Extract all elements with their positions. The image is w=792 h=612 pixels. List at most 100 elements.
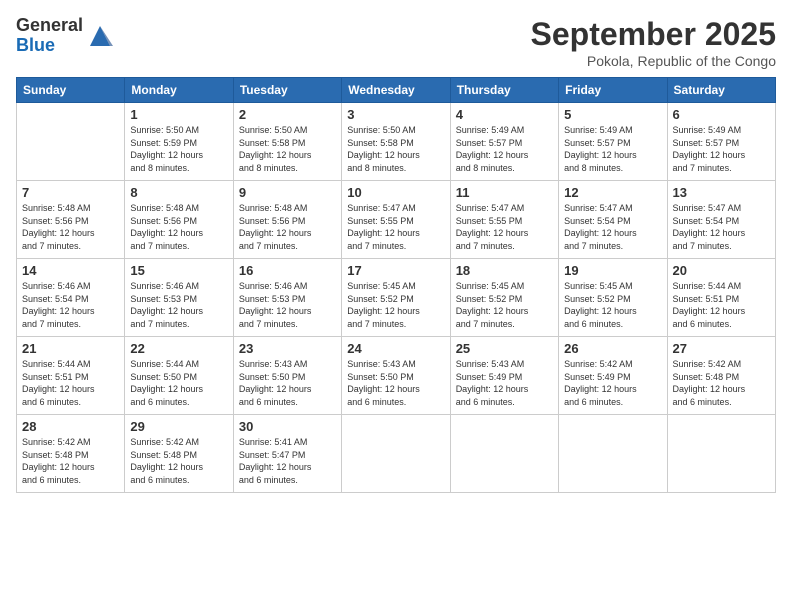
day-number: 1 <box>130 107 227 122</box>
calendar-cell: 13 Sunrise: 5:47 AM Sunset: 5:54 PM Dayli… <box>667 181 775 259</box>
day-number: 22 <box>130 341 227 356</box>
day-number: 17 <box>347 263 444 278</box>
calendar-cell: 21Sunrise: 5:44 AM Sunset: 5:51 PM Dayli… <box>17 337 125 415</box>
col-monday: Monday <box>125 78 233 103</box>
day-info: Sunrise: 5:49 AM Sunset: 5:57 PM Dayligh… <box>564 124 661 174</box>
day-number: 7 <box>22 185 119 200</box>
day-number: 26 <box>564 341 661 356</box>
day-number: 21 <box>22 341 119 356</box>
day-info: Sunrise: 5:42 AM Sunset: 5:48 PM Dayligh… <box>22 436 119 486</box>
calendar-cell: 3Sunrise: 5:50 AM Sunset: 5:58 PM Daylig… <box>342 103 450 181</box>
logo-general-text: General <box>16 16 83 36</box>
day-number: 9 <box>239 185 336 200</box>
calendar-table: Sunday Monday Tuesday Wednesday Thursday… <box>16 77 776 493</box>
day-info: Sunrise: 5:44 AM Sunset: 5:51 PM Dayligh… <box>673 280 770 330</box>
day-info: Sunrise: 5:50 AM Sunset: 5:59 PM Dayligh… <box>130 124 227 174</box>
calendar-cell: 20 Sunrise: 5:44 AM Sunset: 5:51 PM Dayli… <box>667 259 775 337</box>
day-info: Sunrise: 5:41 AM Sunset: 5:47 PM Dayligh… <box>239 436 336 486</box>
day-number: 11 <box>456 185 553 200</box>
calendar-cell: 18 Sunrise: 5:45 AM Sunset: 5:52 PM Dayli… <box>450 259 558 337</box>
week-row-5: 28 Sunrise: 5:42 AM Sunset: 5:48 PM Dayli… <box>17 415 776 493</box>
calendar-cell: 9 Sunrise: 5:48 AM Sunset: 5:56 PM Daylig… <box>233 181 341 259</box>
calendar-cell: 2 Sunrise: 5:50 AM Sunset: 5:58 PM Daylig… <box>233 103 341 181</box>
calendar-cell: 24 Sunrise: 5:43 AM Sunset: 5:50 PM Dayli… <box>342 337 450 415</box>
day-info: Sunrise: 5:42 AM Sunset: 5:48 PM Dayligh… <box>673 358 770 408</box>
day-number: 4 <box>456 107 553 122</box>
calendar-cell: 11Sunrise: 5:47 AM Sunset: 5:55 PM Dayli… <box>450 181 558 259</box>
calendar-cell: 22 Sunrise: 5:44 AM Sunset: 5:50 PM Dayli… <box>125 337 233 415</box>
calendar-cell <box>559 415 667 493</box>
calendar-cell: 26Sunrise: 5:42 AM Sunset: 5:49 PM Dayli… <box>559 337 667 415</box>
day-number: 2 <box>239 107 336 122</box>
day-info: Sunrise: 5:45 AM Sunset: 5:52 PM Dayligh… <box>347 280 444 330</box>
day-info: Sunrise: 5:47 AM Sunset: 5:54 PM Dayligh… <box>564 202 661 252</box>
col-friday: Friday <box>559 78 667 103</box>
day-info: Sunrise: 5:48 AM Sunset: 5:56 PM Dayligh… <box>22 202 119 252</box>
calendar-cell: 17 Sunrise: 5:45 AM Sunset: 5:52 PM Dayli… <box>342 259 450 337</box>
col-tuesday: Tuesday <box>233 78 341 103</box>
day-number: 28 <box>22 419 119 434</box>
day-number: 12 <box>564 185 661 200</box>
day-info: Sunrise: 5:46 AM Sunset: 5:53 PM Dayligh… <box>130 280 227 330</box>
week-row-2: 7 Sunrise: 5:48 AM Sunset: 5:56 PM Daylig… <box>17 181 776 259</box>
logo: General Blue <box>16 16 115 56</box>
calendar-cell: 27Sunrise: 5:42 AM Sunset: 5:48 PM Dayli… <box>667 337 775 415</box>
day-info: Sunrise: 5:46 AM Sunset: 5:53 PM Dayligh… <box>239 280 336 330</box>
day-info: Sunrise: 5:47 AM Sunset: 5:54 PM Dayligh… <box>673 202 770 252</box>
logo-icon <box>85 21 115 51</box>
day-number: 10 <box>347 185 444 200</box>
title-section: September 2025 Pokola, Republic of the C… <box>531 16 776 69</box>
day-number: 16 <box>239 263 336 278</box>
day-number: 6 <box>673 107 770 122</box>
day-number: 20 <box>673 263 770 278</box>
day-number: 23 <box>239 341 336 356</box>
calendar-cell: 16 Sunrise: 5:46 AM Sunset: 5:53 PM Dayli… <box>233 259 341 337</box>
day-info: Sunrise: 5:42 AM Sunset: 5:48 PM Dayligh… <box>130 436 227 486</box>
header: General Blue September 2025 Pokola, Repu… <box>16 16 776 69</box>
week-row-3: 14Sunrise: 5:46 AM Sunset: 5:54 PM Dayli… <box>17 259 776 337</box>
day-number: 18 <box>456 263 553 278</box>
week-row-4: 21Sunrise: 5:44 AM Sunset: 5:51 PM Dayli… <box>17 337 776 415</box>
day-number: 25 <box>456 341 553 356</box>
calendar-cell <box>17 103 125 181</box>
day-info: Sunrise: 5:44 AM Sunset: 5:50 PM Dayligh… <box>130 358 227 408</box>
col-thursday: Thursday <box>450 78 558 103</box>
calendar-cell: 23 Sunrise: 5:43 AM Sunset: 5:50 PM Dayli… <box>233 337 341 415</box>
page: General Blue September 2025 Pokola, Repu… <box>0 0 792 612</box>
day-info: Sunrise: 5:50 AM Sunset: 5:58 PM Dayligh… <box>239 124 336 174</box>
day-number: 5 <box>564 107 661 122</box>
col-saturday: Saturday <box>667 78 775 103</box>
calendar-cell: 28 Sunrise: 5:42 AM Sunset: 5:48 PM Dayli… <box>17 415 125 493</box>
day-number: 14 <box>22 263 119 278</box>
week-row-1: 1 Sunrise: 5:50 AM Sunset: 5:59 PM Daylig… <box>17 103 776 181</box>
calendar-cell: 25 Sunrise: 5:43 AM Sunset: 5:49 PM Dayli… <box>450 337 558 415</box>
day-info: Sunrise: 5:48 AM Sunset: 5:56 PM Dayligh… <box>239 202 336 252</box>
calendar-cell <box>450 415 558 493</box>
calendar-cell <box>342 415 450 493</box>
day-info: Sunrise: 5:43 AM Sunset: 5:50 PM Dayligh… <box>239 358 336 408</box>
calendar-cell: 4 Sunrise: 5:49 AM Sunset: 5:57 PM Daylig… <box>450 103 558 181</box>
day-info: Sunrise: 5:49 AM Sunset: 5:57 PM Dayligh… <box>673 124 770 174</box>
day-info: Sunrise: 5:43 AM Sunset: 5:49 PM Dayligh… <box>456 358 553 408</box>
day-number: 8 <box>130 185 227 200</box>
calendar-cell: 19 Sunrise: 5:45 AM Sunset: 5:52 PM Dayli… <box>559 259 667 337</box>
day-info: Sunrise: 5:45 AM Sunset: 5:52 PM Dayligh… <box>564 280 661 330</box>
location: Pokola, Republic of the Congo <box>531 53 776 69</box>
calendar-cell: 7 Sunrise: 5:48 AM Sunset: 5:56 PM Daylig… <box>17 181 125 259</box>
col-wednesday: Wednesday <box>342 78 450 103</box>
day-number: 24 <box>347 341 444 356</box>
calendar-cell: 5 Sunrise: 5:49 AM Sunset: 5:57 PM Daylig… <box>559 103 667 181</box>
day-info: Sunrise: 5:49 AM Sunset: 5:57 PM Dayligh… <box>456 124 553 174</box>
day-info: Sunrise: 5:47 AM Sunset: 5:55 PM Dayligh… <box>347 202 444 252</box>
day-info: Sunrise: 5:43 AM Sunset: 5:50 PM Dayligh… <box>347 358 444 408</box>
calendar-cell: 1 Sunrise: 5:50 AM Sunset: 5:59 PM Daylig… <box>125 103 233 181</box>
day-number: 19 <box>564 263 661 278</box>
logo-blue-text: Blue <box>16 36 83 56</box>
calendar-cell <box>667 415 775 493</box>
day-number: 13 <box>673 185 770 200</box>
month-title: September 2025 <box>531 16 776 53</box>
day-number: 30 <box>239 419 336 434</box>
day-info: Sunrise: 5:45 AM Sunset: 5:52 PM Dayligh… <box>456 280 553 330</box>
col-sunday: Sunday <box>17 78 125 103</box>
calendar-cell: 14Sunrise: 5:46 AM Sunset: 5:54 PM Dayli… <box>17 259 125 337</box>
